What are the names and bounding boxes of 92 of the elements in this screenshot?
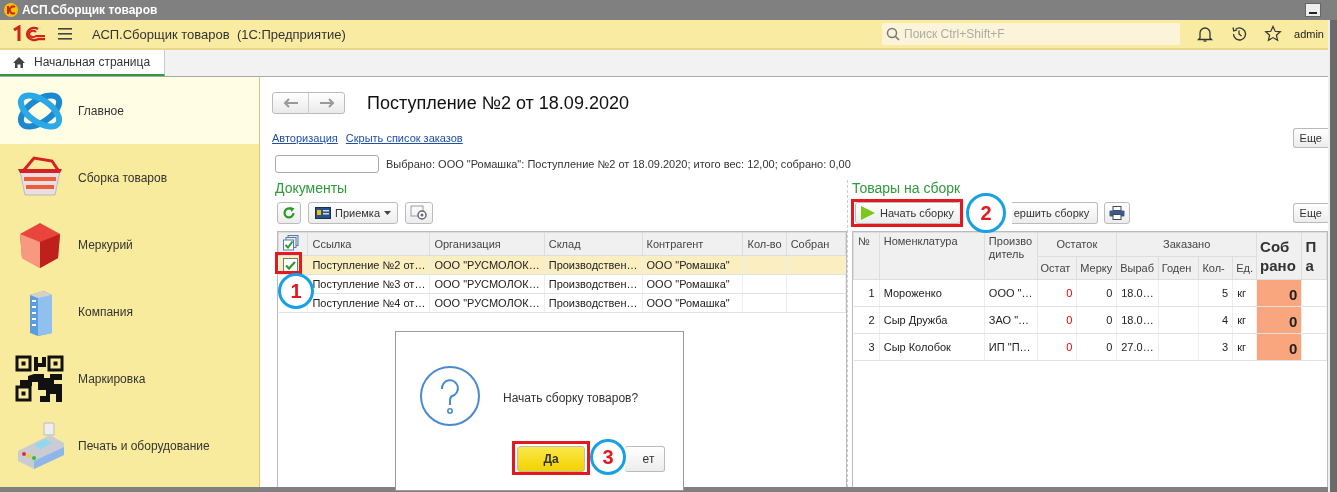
refresh-icon	[282, 206, 296, 220]
table-cell: ООО "…	[984, 279, 1037, 307]
menu-icon[interactable]	[58, 28, 72, 40]
home-icon	[12, 55, 26, 69]
sidebar-item[interactable]: Компания	[0, 278, 259, 345]
table-cell: ООО "Ромашка"	[642, 293, 743, 313]
table-cell: 0	[1037, 306, 1077, 334]
table-cell: ООО "РУСМОЛОК…	[429, 293, 545, 313]
column-header[interactable]: Склад	[544, 232, 642, 256]
table-cell: ООО "РУСМОЛОК…	[429, 274, 545, 294]
dialog-message: Начать сборку товаров?	[503, 391, 639, 405]
sidebar-item[interactable]: Главное	[0, 77, 259, 144]
print-icon	[1109, 206, 1126, 220]
settings-button[interactable]	[405, 202, 434, 224]
table-cell: 18.0…	[1116, 306, 1159, 334]
app-logo-icon	[4, 3, 18, 17]
table-cell: 1	[853, 279, 880, 307]
column-header[interactable]: Контрагент	[642, 232, 743, 256]
link[interactable]: Скрыть список заказов	[345, 132, 463, 144]
column-header[interactable]: Производитель	[984, 232, 1037, 280]
table-cell: 0	[1076, 279, 1117, 307]
table-cell: 3	[1198, 333, 1233, 361]
document-title: Поступление №2 от 18.09.2020	[367, 92, 629, 114]
table-cell: 3	[853, 333, 880, 361]
window-title: АСП.Сборщик товаров	[22, 3, 158, 17]
link[interactable]: Авторизация	[272, 132, 338, 144]
table-cell: Производствен…	[544, 293, 642, 313]
home-tab[interactable]: Начальная страница	[0, 50, 166, 76]
no-button[interactable]: ет	[625, 446, 665, 472]
table-cell: 2	[853, 306, 880, 334]
start-button[interactable]: Начать сборку	[855, 202, 961, 224]
more-button[interactable]: Еще	[1292, 128, 1328, 148]
table-cell: 0	[1037, 333, 1077, 361]
table-cell: Сыр Колобок	[879, 333, 985, 361]
table-cell: ООО "Ромашка"	[642, 274, 743, 294]
qr-code-icon	[14, 353, 66, 404]
table-cell: Мороженко	[879, 279, 985, 307]
table-cell: 0	[1076, 306, 1117, 334]
input-field[interactable]	[275, 155, 379, 173]
table-cell: ИП "П…	[984, 333, 1037, 361]
table-cell: 0	[1076, 333, 1117, 361]
column-header[interactable]: Организация	[429, 232, 545, 256]
table-cell: ЗАО "…	[984, 306, 1037, 334]
table-cell: Производствен…	[544, 274, 642, 294]
column-group-header: Остаток	[1037, 232, 1117, 256]
column-header[interactable]: Кол-во	[742, 232, 787, 256]
caret-icon	[384, 211, 392, 215]
column-header[interactable]: Па	[1301, 232, 1327, 280]
sidebar-item[interactable]: Меркурий	[0, 211, 259, 278]
logo-icon	[12, 25, 46, 43]
question-icon	[419, 365, 481, 427]
column-header[interactable]: Собран	[786, 232, 846, 256]
column-header[interactable]: Ссылка	[307, 232, 430, 256]
yes-button[interactable]: Да	[517, 446, 585, 472]
app-title: АСП.Сборщик товаров (1С:Предприятие)	[92, 26, 346, 42]
search-field[interactable]: Поиск Ctrl+Shift+F	[882, 23, 1181, 45]
type-dropdown[interactable]: Приемка	[308, 202, 399, 224]
column-header[interactable]: №	[853, 232, 880, 280]
finish-button[interactable]: ершить сборку	[1011, 202, 1099, 224]
section-title: Товары на сборк	[852, 180, 962, 198]
column-header[interactable]: Номенклатура	[879, 232, 985, 280]
table-cell: кг	[1232, 306, 1257, 334]
history-icon[interactable]	[1230, 25, 1249, 43]
selection-info: Выбрано: ООО "Ромашка": Поступление №2 от 18.09.2020; итого вес: 12,00; собрано: 0,00	[386, 158, 851, 170]
table-cell: 5	[1198, 279, 1233, 307]
table-cell: кг	[1232, 279, 1257, 307]
settings-icon	[410, 205, 429, 221]
sidebar-item[interactable]: Маркировка	[0, 345, 259, 412]
table-cell: 27.0…	[1116, 333, 1159, 361]
bell-icon[interactable]	[1196, 25, 1215, 43]
card-icon	[315, 207, 331, 219]
forward-arrow-icon	[318, 98, 335, 108]
table-cell: Сыр Дружба	[879, 306, 985, 334]
table-cell: кг	[1232, 333, 1257, 361]
refresh-button[interactable]	[277, 202, 301, 224]
more-button[interactable]: Еще	[1292, 203, 1328, 223]
select-all-icon[interactable]	[283, 235, 299, 251]
search-icon	[886, 27, 901, 41]
table-cell: 4	[1198, 306, 1233, 334]
table-cell: 18.0…	[1116, 279, 1159, 307]
section-title: Документы	[275, 180, 349, 198]
play-icon	[860, 206, 876, 220]
back-arrow-icon	[282, 98, 299, 108]
column-header[interactable]: Собрано	[1256, 232, 1302, 280]
print-button[interactable]	[1104, 202, 1131, 224]
user-name[interactable]: admin	[1294, 28, 1324, 40]
table-cell: 0	[1037, 279, 1077, 307]
star-icon[interactable]	[1264, 25, 1283, 43]
minimize-icon[interactable]	[1305, 3, 1321, 17]
sidebar-item[interactable]: Сборка товаров	[0, 144, 259, 211]
sidebar-item[interactable]: Печать и оборудование	[0, 412, 259, 479]
column-group-header: Заказано	[1116, 232, 1257, 256]
